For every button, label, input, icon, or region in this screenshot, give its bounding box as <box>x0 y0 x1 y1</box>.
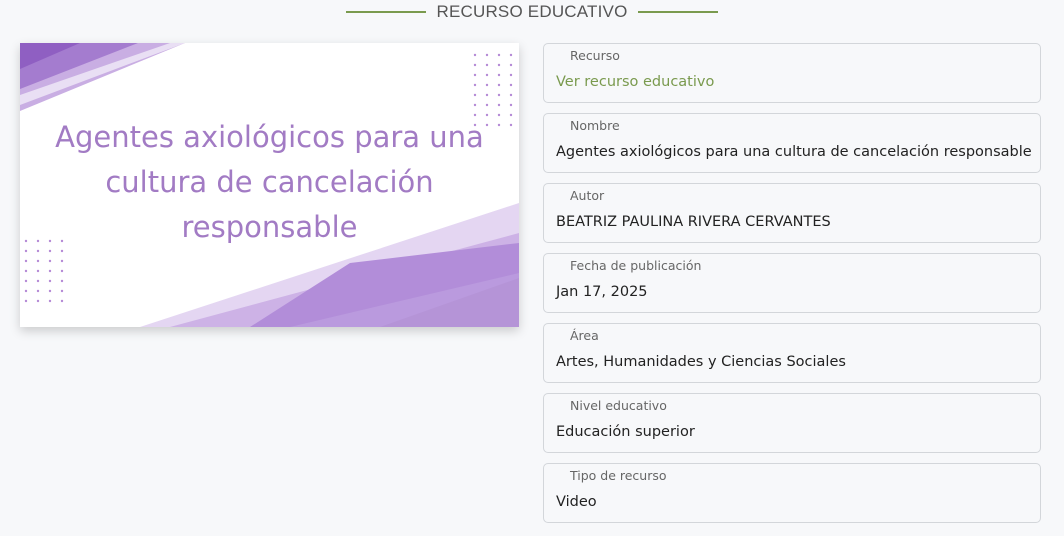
field-label: Autor <box>570 188 605 203</box>
field-autor: Autor BEATRIZ PAULINA RIVERA CERVANTES <box>543 183 1041 243</box>
resource-details: Recurso Ver recurso educativo Nombre Age… <box>543 43 1041 533</box>
thumbnail-title: Agentes axiológicos para una cultura de … <box>20 115 519 250</box>
field-nivel: Nivel educativo Educación superior <box>543 393 1041 453</box>
field-recurso: Recurso Ver recurso educativo <box>543 43 1041 103</box>
field-fecha: Fecha de publicación Jan 17, 2025 <box>543 253 1041 313</box>
field-value: Artes, Humanidades y Ciencias Sociales <box>556 354 846 370</box>
thumbnail-title-line: responsable <box>181 210 358 244</box>
field-tipo: Tipo de recurso Video <box>543 463 1041 523</box>
view-resource-link[interactable]: Ver recurso educativo <box>556 74 714 90</box>
field-nombre: Nombre Agentes axiológicos para una cult… <box>543 113 1041 173</box>
field-label: Tipo de recurso <box>570 468 667 483</box>
section-title: RECURSO EDUCATIVO <box>436 2 628 21</box>
field-label: Nombre <box>570 118 620 133</box>
field-value: Educación superior <box>556 424 695 440</box>
divider-right <box>637 11 718 13</box>
field-value: BEATRIZ PAULINA RIVERA CERVANTES <box>556 214 831 230</box>
thumbnail-title-line: cultura de cancelación <box>105 165 434 199</box>
resource-thumbnail[interactable]: Agentes axiológicos para una cultura de … <box>20 43 519 327</box>
divider-left <box>346 11 427 13</box>
field-label: Fecha de publicación <box>570 258 702 273</box>
field-label: Nivel educativo <box>570 398 667 413</box>
field-label: Recurso <box>570 48 620 63</box>
field-area: Área Artes, Humanidades y Ciencias Socia… <box>543 323 1041 383</box>
section-header: RECURSO EDUCATIVO <box>0 0 1064 24</box>
field-value: Agentes axiológicos para una cultura de … <box>556 144 1032 160</box>
field-label: Área <box>570 328 599 343</box>
field-value: Jan 17, 2025 <box>556 284 648 300</box>
thumbnail-title-line: Agentes axiológicos para una <box>55 120 484 154</box>
field-value: Video <box>556 494 597 510</box>
